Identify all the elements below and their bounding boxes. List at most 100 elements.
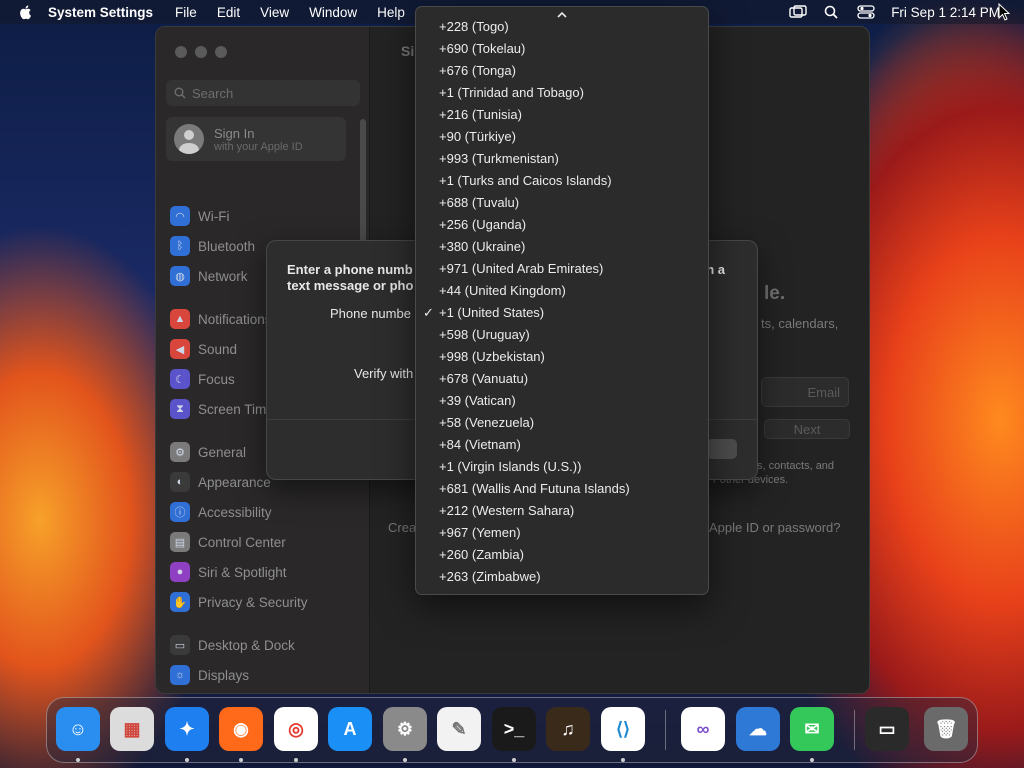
dock: ☺ ▦ ✦ ◉ ◎ A ⚙ ✎ >_ ♫ ⟨⟩ ∞ ☁ ✉ ▭ 🗑 <box>46 697 978 763</box>
country-code-option[interactable]: +39 (Vatican) <box>416 390 708 412</box>
messages-icon[interactable]: ✉ <box>790 707 834 751</box>
country-code-option-label: +967 (Yemen) <box>439 525 521 540</box>
speaker-icon: ◀ <box>170 339 190 359</box>
vscode-icon[interactable]: ⟨⟩ <box>601 707 645 751</box>
sidebar-item-label: Network <box>198 268 248 284</box>
trash-icon[interactable]: 🗑 <box>924 707 968 751</box>
sidebar-item-label: Screen Time <box>198 401 274 417</box>
country-code-option[interactable]: +967 (Yemen) <box>416 522 708 544</box>
country-code-option-label: +263 (Zimbabwe) <box>439 569 541 584</box>
sidebar-item-label: Privacy & Security <box>198 594 308 610</box>
create-apple-id-link[interactable]: Crea <box>388 520 416 535</box>
search-field[interactable]: Search <box>166 80 360 106</box>
country-code-option-label: +44 (United Kingdom) <box>439 283 566 298</box>
running-indicator <box>76 758 80 762</box>
chrome-icon[interactable]: ◎ <box>274 707 318 751</box>
country-code-option[interactable]: +690 (Tokelau) <box>416 38 708 60</box>
country-code-option[interactable]: +1 (Turks and Caicos Islands) <box>416 170 708 192</box>
continue-button[interactable] <box>707 439 737 459</box>
country-code-option[interactable]: +228 (Togo) <box>416 16 708 38</box>
signin-subtitle: with your Apple ID <box>214 140 303 153</box>
menu-file[interactable]: File <box>175 5 197 20</box>
country-code-option[interactable]: +380 (Ukraine) <box>416 236 708 258</box>
country-code-option[interactable]: +971 (United Arab Emirates) <box>416 258 708 280</box>
window-controls <box>175 46 227 58</box>
control-center-icon[interactable] <box>857 5 875 19</box>
visual-studio-icon[interactable]: ∞ <box>681 707 725 751</box>
country-code-option[interactable]: +1 (Trinidad and Tobago) <box>416 82 708 104</box>
country-code-option[interactable]: +58 (Venezuela) <box>416 412 708 434</box>
firefox-icon[interactable]: ◉ <box>219 707 263 751</box>
garageband-icon[interactable]: ♫ <box>546 707 590 751</box>
weather-icon[interactable]: ☁ <box>736 707 780 751</box>
country-code-option[interactable]: +681 (Wallis And Futuna Islands) <box>416 478 708 500</box>
app-store-icon[interactable]: A <box>328 707 372 751</box>
menu-window[interactable]: Window <box>309 5 357 20</box>
terminal-icon[interactable]: >_ <box>492 707 536 751</box>
country-code-option[interactable]: +263 (Zimbabwe) <box>416 566 708 588</box>
country-code-option[interactable]: +676 (Tonga) <box>416 60 708 82</box>
hand-icon: ✋ <box>170 592 190 612</box>
recent-window-icon[interactable]: ▭ <box>865 707 909 751</box>
hourglass-icon: ⧗ <box>170 399 190 419</box>
sidebar-item-label: Bluetooth <box>198 238 256 254</box>
display-icon: ☼ <box>170 665 190 685</box>
screen-mirroring-icon[interactable] <box>789 5 807 19</box>
country-code-option-label: +216 (Tunisia) <box>439 107 522 122</box>
country-code-option[interactable]: +216 (Tunisia) <box>416 104 708 126</box>
sidebar-item-privacy-security[interactable]: ✋ Privacy & Security <box>170 590 360 614</box>
spotlight-search-icon[interactable] <box>823 5 841 19</box>
launchpad-icon[interactable]: ▦ <box>110 707 154 751</box>
country-code-option[interactable]: +260 (Zambia) <box>416 544 708 566</box>
next-button[interactable]: Next <box>764 419 850 439</box>
apple-id-signin[interactable]: Sign In with your Apple ID <box>166 117 346 161</box>
sidebar-item-desktop-dock[interactable]: ▭ Desktop & Dock <box>170 633 360 657</box>
country-code-option[interactable]: +688 (Tuvalu) <box>416 192 708 214</box>
zoom-window-button[interactable] <box>215 46 227 58</box>
menu-help[interactable]: Help <box>377 5 405 20</box>
textedit-icon[interactable]: ✎ <box>437 707 481 751</box>
country-code-option[interactable]: +84 (Vietnam) <box>416 434 708 456</box>
menu-edit[interactable]: Edit <box>217 5 240 20</box>
country-code-option[interactable]: +44 (United Kingdom) <box>416 280 708 302</box>
forgot-password-link[interactable]: Apple ID or password? <box>709 520 841 535</box>
finder-icon[interactable]: ☺ <box>56 707 100 751</box>
country-code-list: +228 (Togo) +690 (Tokelau) +676 (Tonga) +1 … <box>416 16 708 588</box>
sidebar-item-wallpaper[interactable]: ❀Wallpaper <box>170 693 360 694</box>
country-code-option[interactable]: +90 (Türkiye) <box>416 126 708 148</box>
safari-icon[interactable]: ✦ <box>165 707 209 751</box>
sidebar-item-label: Focus <box>198 371 235 387</box>
email-field[interactable]: Email <box>761 377 849 407</box>
accessibility-icon: ⓘ <box>170 502 190 522</box>
running-indicator <box>810 758 814 762</box>
app-name-menu[interactable]: System Settings <box>48 5 153 20</box>
country-code-option[interactable]: +256 (Uganda) <box>416 214 708 236</box>
minimize-window-button[interactable] <box>195 46 207 58</box>
sidebar-item-siri-spotlight[interactable]: ● Siri & Spotlight <box>170 560 360 584</box>
country-code-dropdown[interactable]: +228 (Togo) +690 (Tokelau) +676 (Tonga) +1 … <box>415 6 709 595</box>
sidebar-item-label: Control Center <box>198 534 286 550</box>
sidebar-item-control-center[interactable]: ▤ Control Center <box>170 530 360 554</box>
country-code-option[interactable]: +598 (Uruguay) <box>416 324 708 346</box>
system-settings-icon[interactable]: ⚙ <box>383 707 427 751</box>
sidebar-item-wi-fi[interactable]: ◠ Wi-Fi <box>170 204 360 228</box>
sidebar-scrollbar[interactable] <box>360 119 366 249</box>
country-code-option-label: +598 (Uruguay) <box>439 327 530 342</box>
country-code-option[interactable]: +678 (Vanuatu) <box>416 368 708 390</box>
pane-headline-tail: le. <box>764 283 786 304</box>
sidebar-item-label: General <box>198 444 247 460</box>
country-code-option[interactable]: +212 (Western Sahara) <box>416 500 708 522</box>
menubar-clock[interactable]: Fri Sep 1 2:14 PM <box>891 5 1000 20</box>
apple-logo-icon[interactable] <box>18 4 34 20</box>
country-code-option[interactable]: +1 (Virgin Islands (U.S.)) <box>416 456 708 478</box>
country-code-option-label: +688 (Tuvalu) <box>439 195 520 210</box>
country-code-option[interactable]: +993 (Turkmenistan) <box>416 148 708 170</box>
menu-view[interactable]: View <box>260 5 289 20</box>
sidebar-item-displays[interactable]: ☼ Displays <box>170 663 360 687</box>
search-icon <box>174 87 186 99</box>
close-window-button[interactable] <box>175 46 187 58</box>
country-code-option-label: +1 (United States) <box>439 305 545 320</box>
country-code-option[interactable]: +998 (Uzbekistan) <box>416 346 708 368</box>
sidebar-item-accessibility[interactable]: ⓘ Accessibility <box>170 500 360 524</box>
country-code-option[interactable]: ✓ +1 (United States) <box>416 302 708 324</box>
